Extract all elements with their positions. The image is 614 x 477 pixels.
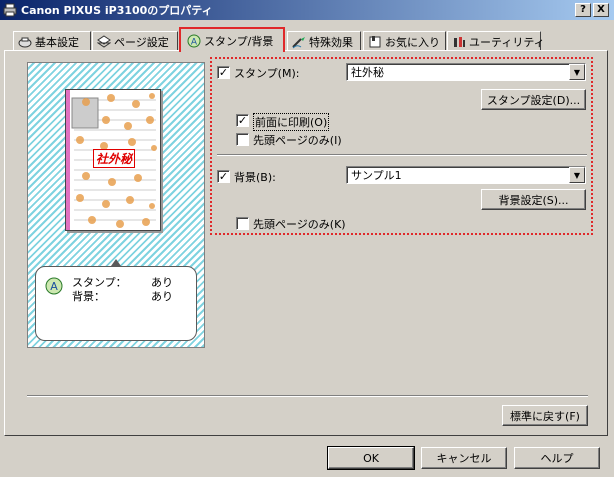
favorites-icon bbox=[368, 35, 382, 49]
tab-utility[interactable]: ユーティリティ bbox=[447, 31, 545, 51]
stamp-first-page-checkbox[interactable] bbox=[236, 133, 249, 146]
tab-basic-settings[interactable]: 基本設定 bbox=[13, 31, 91, 51]
check-mark-icon: ✓ bbox=[218, 66, 229, 79]
stamp-preview-text: 社外秘 bbox=[93, 149, 136, 168]
tab-label: スタンプ/背景 bbox=[204, 34, 274, 48]
ok-button[interactable]: OK bbox=[327, 446, 415, 470]
tab-label: ページ設定 bbox=[114, 35, 169, 49]
background-label: 背景(B): bbox=[234, 171, 276, 184]
stamp-icon: A bbox=[45, 277, 63, 295]
help-title-button[interactable]: ? bbox=[575, 3, 591, 17]
background-first-page-label: 先頭ページのみ(K) bbox=[253, 218, 346, 231]
settings-summary: A スタンプ： あり 背景： あり bbox=[35, 266, 197, 341]
print-front-checkbox[interactable]: ✓ bbox=[236, 114, 249, 127]
tab-label: 特殊効果 bbox=[309, 35, 353, 49]
chevron-down-icon[interactable]: ▼ bbox=[569, 167, 585, 183]
settings-divider bbox=[217, 154, 587, 156]
check-mark-icon: ✓ bbox=[237, 114, 248, 127]
stamp-first-page-label: 先頭ページのみ(I) bbox=[253, 134, 342, 147]
help-button[interactable]: ヘルプ bbox=[514, 447, 600, 469]
svg-text:A: A bbox=[50, 280, 58, 293]
window-title: Canon PIXUS iP3100のプロパティ bbox=[21, 4, 213, 17]
title-bar: Canon PIXUS iP3100のプロパティ bbox=[0, 0, 614, 20]
print-front-label: 前面に印刷(O) bbox=[253, 113, 330, 131]
close-title-button[interactable]: X bbox=[593, 3, 609, 17]
tab-page-settings[interactable]: ページ設定 bbox=[92, 31, 178, 51]
check-mark-icon: ✓ bbox=[218, 170, 229, 183]
stamp-settings-button[interactable]: スタンプ設定(D)... bbox=[481, 89, 586, 110]
chevron-down-icon[interactable]: ▼ bbox=[569, 64, 585, 80]
cancel-button[interactable]: キャンセル bbox=[421, 447, 507, 469]
printer-icon bbox=[3, 3, 17, 17]
tab-label: ユーティリティ bbox=[469, 35, 545, 49]
svg-text:A: A bbox=[191, 37, 198, 47]
tab-favorites[interactable]: お気に入り bbox=[363, 31, 446, 51]
bottom-divider bbox=[27, 395, 588, 397]
stamp-select[interactable]: 社外秘 ▼ bbox=[346, 63, 586, 81]
utility-icon bbox=[452, 35, 466, 49]
stamp-select-value: 社外秘 bbox=[351, 66, 384, 79]
special-effects-icon bbox=[292, 35, 306, 49]
tab-stamp-background[interactable]: A スタンプ/背景 bbox=[179, 27, 285, 52]
page-settings-icon bbox=[96, 34, 112, 49]
stamp-checkbox[interactable]: ✓ bbox=[217, 66, 230, 79]
tab-label: お気に入り bbox=[385, 35, 440, 49]
stamp-label: スタンプ(M): bbox=[234, 67, 300, 80]
summary-background-label: 背景： bbox=[72, 290, 105, 303]
summary-background-value: あり bbox=[151, 290, 173, 303]
background-select-value: サンプル1 bbox=[351, 169, 402, 182]
background-select[interactable]: サンプル1 ▼ bbox=[346, 166, 586, 184]
background-checkbox[interactable]: ✓ bbox=[217, 170, 230, 183]
background-settings-button[interactable]: 背景設定(S)... bbox=[481, 189, 586, 210]
background-first-page-checkbox[interactable] bbox=[236, 217, 249, 230]
summary-pointer bbox=[111, 259, 121, 266]
basic-settings-icon bbox=[18, 35, 32, 49]
restore-defaults-button[interactable]: 標準に戻す(F) bbox=[502, 405, 588, 426]
tab-label: 基本設定 bbox=[35, 35, 79, 49]
stamp-icon: A bbox=[187, 34, 201, 48]
tab-special-effects[interactable]: 特殊効果 bbox=[287, 31, 361, 51]
